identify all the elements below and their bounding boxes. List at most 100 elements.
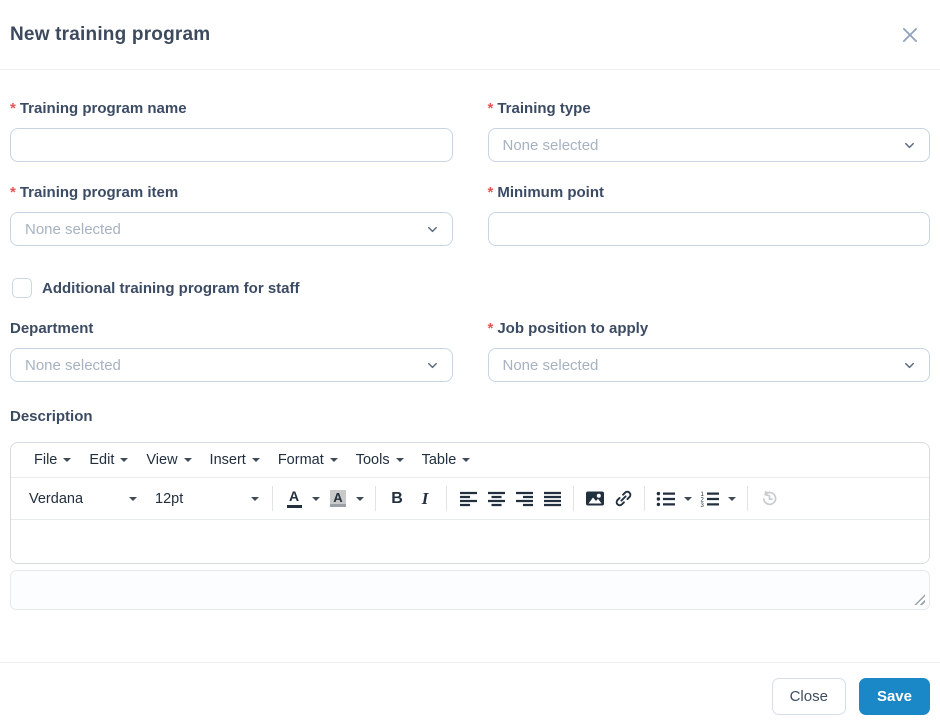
department-label: Department — [10, 320, 453, 338]
caret-down-icon — [251, 458, 260, 462]
toolbar-separator — [747, 486, 748, 511]
select-value: None selected — [25, 356, 121, 374]
caret-down-icon — [728, 496, 736, 501]
training-program-item-select[interactable]: None selected — [10, 212, 453, 246]
chevron-down-icon — [425, 358, 440, 373]
toolbar-separator — [375, 486, 376, 511]
required-asterisk: * — [487, 320, 494, 337]
close-icon — [900, 25, 920, 45]
numbered-list-button[interactable]: 123 — [696, 485, 724, 513]
bullet-list-caret-button[interactable] — [680, 485, 696, 513]
background-color-button[interactable] — [324, 485, 352, 513]
align-justify-button[interactable] — [538, 485, 566, 513]
background-color-caret-button[interactable] — [352, 485, 368, 513]
description-rich-text-editor: File Edit View Insert Format Tools Table… — [10, 442, 930, 564]
numbered-list-icon: 123 — [700, 491, 720, 507]
bold-button[interactable] — [383, 485, 411, 513]
menu-label: View — [146, 452, 178, 468]
toolbar-separator — [446, 486, 447, 511]
form-grid: * Training program name * Training type No… — [10, 100, 930, 382]
training-program-name-input[interactable] — [10, 128, 453, 162]
caret-down-icon — [120, 458, 129, 462]
text-color-button[interactable] — [280, 485, 308, 513]
align-left-icon — [459, 491, 478, 507]
training-program-name-label: * Training program name — [10, 100, 453, 118]
bullet-list-button[interactable] — [652, 485, 680, 513]
modal-header: New training program — [0, 0, 940, 70]
required-asterisk: * — [487, 184, 494, 201]
resize-grip-icon[interactable] — [914, 594, 925, 605]
align-center-button[interactable] — [482, 485, 510, 513]
select-value: None selected — [502, 136, 599, 154]
modal-body: * Training program name * Training type No… — [0, 70, 940, 610]
chevron-down-icon — [902, 138, 917, 153]
editor-menu-file[interactable]: File — [25, 447, 80, 473]
text-color-icon — [287, 489, 302, 508]
editor-menu-tools[interactable]: Tools — [347, 447, 413, 473]
caret-down-icon — [183, 458, 192, 462]
additional-training-checkbox-label[interactable]: Additional training program for staff — [42, 280, 300, 297]
description-label: Description — [10, 408, 930, 426]
new-training-program-modal: New training program * Training program n… — [0, 0, 940, 726]
font-family-value: Verdana — [29, 490, 84, 507]
save-button[interactable]: Save — [858, 678, 930, 715]
minimum-point-label: * Minimum point — [488, 184, 931, 202]
numbered-list-caret-button[interactable] — [724, 485, 740, 513]
caret-down-icon — [63, 458, 72, 462]
label-text: Job position to apply — [497, 320, 649, 337]
chevron-down-icon — [425, 222, 440, 237]
job-position-select[interactable]: None selected — [487, 348, 930, 382]
label-text: Training program name — [19, 100, 187, 117]
close-modal-button[interactable] — [896, 21, 924, 49]
text-color-caret-button[interactable] — [308, 485, 324, 513]
select-value: None selected — [25, 220, 121, 238]
caret-down-icon — [684, 496, 692, 501]
required-asterisk: * — [10, 100, 16, 117]
italic-button[interactable] — [411, 485, 439, 513]
menu-label: File — [34, 452, 58, 468]
label-text: Training program item — [19, 184, 179, 201]
additional-training-checkbox[interactable] — [12, 278, 32, 298]
close-button[interactable]: Close — [771, 678, 846, 715]
required-asterisk: * — [487, 100, 494, 117]
department-select[interactable]: None selected — [10, 348, 453, 382]
training-type-select[interactable]: None selected — [487, 128, 930, 162]
bold-icon — [391, 490, 403, 508]
font-family-select[interactable]: Verdana — [21, 487, 143, 511]
label-text: Department — [10, 320, 94, 337]
restore-draft-icon — [760, 489, 779, 508]
align-left-button[interactable] — [454, 485, 482, 513]
insert-image-button[interactable] — [581, 485, 609, 513]
background-color-icon — [330, 490, 346, 507]
editor-menu-format[interactable]: Format — [269, 447, 347, 473]
additional-training-checkbox-row: Additional training program for staff — [12, 278, 930, 298]
menu-label: Insert — [209, 452, 246, 468]
modal-footer: Close Save — [0, 662, 940, 715]
font-size-select[interactable]: 12pt — [147, 487, 265, 511]
editor-menu-insert[interactable]: Insert — [201, 447, 269, 473]
job-position-label: * Job position to apply — [488, 320, 931, 338]
align-center-icon — [487, 491, 506, 507]
editor-menu-edit[interactable]: Edit — [80, 447, 137, 473]
editor-menubar: File Edit View Insert Format Tools Table — [11, 443, 929, 478]
caret-down-icon — [312, 496, 320, 501]
menu-label: Tools — [355, 452, 390, 468]
minimum-point-input[interactable] — [487, 212, 930, 246]
caret-down-icon — [462, 458, 471, 462]
editor-menu-table[interactable]: Table — [413, 447, 480, 473]
align-right-icon — [515, 491, 534, 507]
caret-down-icon — [329, 458, 338, 462]
insert-link-icon — [614, 489, 633, 508]
training-type-label: * Training type — [488, 100, 931, 118]
field-job-position: * Job position to apply None selected — [487, 320, 931, 382]
insert-link-button[interactable] — [609, 485, 637, 513]
editor-menu-view[interactable]: View — [137, 447, 200, 473]
caret-down-icon — [356, 496, 364, 501]
restore-draft-button[interactable] — [755, 485, 783, 513]
menu-label: Format — [277, 452, 324, 468]
toolbar-separator — [272, 486, 273, 511]
align-justify-icon — [543, 491, 562, 507]
editor-content-area[interactable] — [11, 520, 929, 563]
align-right-button[interactable] — [510, 485, 538, 513]
modal-title: New training program — [10, 23, 211, 45]
